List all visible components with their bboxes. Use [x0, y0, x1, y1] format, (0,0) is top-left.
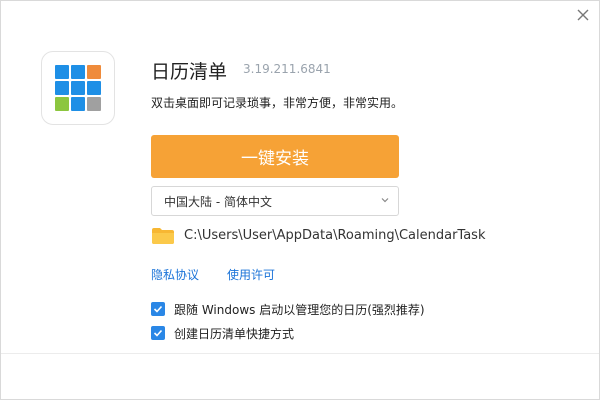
app-version: 3.19.211.6841 [243, 62, 331, 76]
shortcut-label: 创建日历清单快捷方式 [174, 326, 295, 341]
autostart-label: 跟随 Windows 启动以管理您的日历(强烈推荐) [174, 302, 425, 317]
option-autostart: 跟随 Windows 启动以管理您的日历(强烈推荐) [151, 301, 425, 317]
autostart-checkbox[interactable] [151, 302, 165, 316]
language-select-value: 中国大陆 - 简体中文 [164, 195, 272, 209]
chevron-down-icon [381, 198, 389, 203]
checkmark-icon [153, 305, 163, 313]
footer-divider [1, 353, 599, 354]
install-path[interactable]: C:\Users\User\AppData\Roaming\CalendarTa… [184, 228, 485, 243]
checkmark-icon [153, 329, 163, 337]
privacy-link[interactable]: 隐私协议 [151, 266, 199, 283]
shortcut-checkbox[interactable] [151, 326, 165, 340]
folder-icon[interactable] [151, 227, 175, 245]
app-title: 日历清单 [151, 61, 228, 83]
install-button[interactable]: 一键安装 [151, 135, 399, 178]
app-logo [41, 51, 115, 125]
app-logo-icon [55, 65, 101, 111]
installer-window: 日历清单 3.19.211.6841 双击桌面即可记录琐事，非常方便，非常实用。… [0, 0, 600, 400]
close-button[interactable] [571, 5, 595, 27]
app-tagline: 双击桌面即可记录琐事，非常方便，非常实用。 [151, 96, 404, 110]
option-shortcut: 创建日历清单快捷方式 [151, 325, 294, 341]
license-link[interactable]: 使用许可 [227, 266, 275, 283]
language-select[interactable]: 中国大陆 - 简体中文 [151, 186, 399, 216]
close-icon [577, 9, 589, 21]
